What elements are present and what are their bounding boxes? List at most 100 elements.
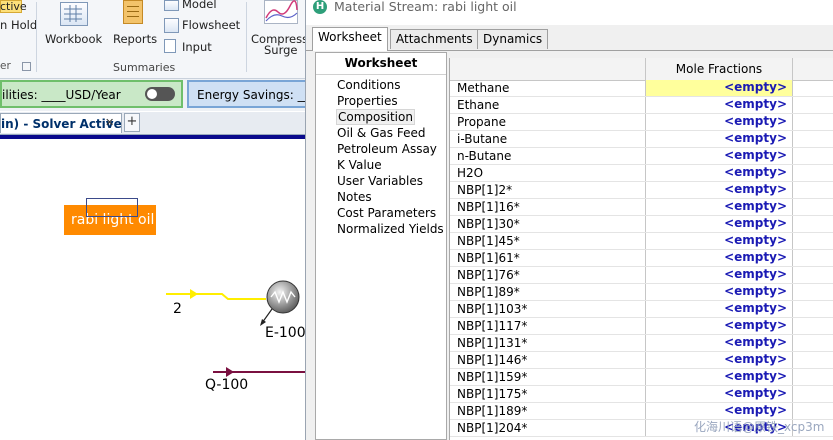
mole-fraction-cell[interactable]: <empty> bbox=[645, 131, 793, 147]
mole-fraction-cell[interactable]: <empty> bbox=[645, 267, 793, 283]
energy-stream-q100-label[interactable]: Q-100 bbox=[205, 377, 248, 393]
document-tab-label: in) - Solver Active bbox=[1, 117, 122, 131]
component-name: NBP[1]45* bbox=[457, 234, 520, 248]
utilities-box[interactable]: ilities: ____USD/Year bbox=[0, 80, 183, 108]
component-name: NBP[1]204* bbox=[457, 421, 528, 435]
grid-header: Mole Fractions bbox=[450, 58, 833, 81]
input-icon[interactable] bbox=[164, 39, 176, 53]
dialog-title: Material Stream: rabi light oil bbox=[334, 0, 517, 14]
stream-2-label[interactable]: 2 bbox=[173, 301, 182, 317]
stream-2-arrow-icon bbox=[190, 289, 198, 299]
tab-attachments[interactable]: Attachments bbox=[390, 29, 479, 49]
component-name: NBP[1]89* bbox=[457, 285, 520, 299]
mole-fraction-cell[interactable]: <empty> bbox=[645, 352, 793, 368]
component-name: NBP[1]117* bbox=[457, 319, 528, 333]
nav-item-composition[interactable]: Composition bbox=[336, 109, 415, 125]
nav-item-properties[interactable]: Properties bbox=[337, 94, 398, 108]
stream-app-icon: H bbox=[313, 0, 327, 14]
component-name: NBP[1]76* bbox=[457, 268, 520, 282]
mole-fraction-cell[interactable]: <empty> bbox=[645, 301, 793, 317]
workbook-icon[interactable] bbox=[60, 2, 88, 26]
mole-fraction-cell[interactable]: <empty> bbox=[645, 369, 793, 385]
mole-fraction-cell[interactable]: <empty> bbox=[645, 80, 793, 96]
component-name: NBP[1]61* bbox=[457, 251, 520, 265]
table-row: Propane <empty> bbox=[450, 114, 833, 131]
component-name: NBP[1]175* bbox=[457, 387, 528, 401]
component-name: i-Butane bbox=[457, 132, 508, 146]
energy-savings-label: Energy Savings: __ bbox=[197, 88, 310, 102]
mole-fraction-cell[interactable]: <empty> bbox=[645, 233, 793, 249]
tab-dynamics[interactable]: Dynamics bbox=[477, 29, 549, 49]
energy-savings-box[interactable]: Energy Savings: __ bbox=[187, 80, 317, 108]
nav-item-oil-gas-feed[interactable]: Oil & Gas Feed bbox=[337, 126, 425, 140]
mole-fraction-cell[interactable]: <empty> bbox=[645, 165, 793, 181]
table-row: NBP[1]16* <empty> bbox=[450, 199, 833, 216]
tab-worksheet[interactable]: Worksheet bbox=[312, 27, 388, 51]
mole-fraction-cell[interactable]: <empty> bbox=[645, 182, 793, 198]
mole-fraction-cell[interactable]: <empty> bbox=[645, 114, 793, 130]
component-name: NBP[1]103* bbox=[457, 302, 528, 316]
energy-stream-q100-arrow-icon bbox=[226, 367, 234, 377]
mole-fraction-cell[interactable]: <empty> bbox=[645, 97, 793, 113]
flowsheet-button[interactable]: Flowsheet bbox=[182, 18, 240, 32]
table-row: Ethane <empty> bbox=[450, 97, 833, 114]
table-row: Methane <empty> bbox=[450, 80, 833, 97]
reports-icon[interactable] bbox=[123, 0, 143, 24]
component-name: NBP[1]146* bbox=[457, 353, 528, 367]
dialog-launcher-icon[interactable] bbox=[22, 62, 31, 71]
mole-fraction-cell[interactable]: <empty> bbox=[645, 250, 793, 266]
nav-item-conditions[interactable]: Conditions bbox=[337, 78, 401, 92]
mole-fraction-cell[interactable]: <empty> bbox=[645, 403, 793, 419]
nav-item-normalized-yields[interactable]: Normalized Yields bbox=[337, 222, 444, 236]
material-stream-dialog: H Material Stream: rabi light oil Worksh… bbox=[305, 0, 833, 440]
component-name: Methane bbox=[457, 81, 510, 95]
mole-fraction-cell[interactable]: <empty> bbox=[645, 386, 793, 402]
mole-fraction-cell[interactable]: <empty> bbox=[645, 335, 793, 351]
ribbon-separator bbox=[36, 2, 37, 72]
reports-button[interactable]: Reports bbox=[113, 32, 157, 46]
mole-fraction-cell[interactable]: <empty> bbox=[645, 318, 793, 334]
add-tab-icon[interactable]: + bbox=[124, 113, 140, 132]
close-tab-icon[interactable]: ✕ bbox=[105, 116, 114, 129]
nav-item-user-variables[interactable]: User Variables bbox=[337, 174, 423, 188]
flowsheet-icon[interactable] bbox=[164, 18, 179, 33]
mole-fraction-cell[interactable]: <empty> bbox=[645, 216, 793, 232]
utilities-toggle[interactable] bbox=[145, 87, 175, 101]
active-label: ctive bbox=[0, 0, 27, 13]
stream-2-line bbox=[166, 293, 266, 300]
hold-button[interactable]: n Hold bbox=[0, 18, 37, 32]
table-row: NBP[1]117* <empty> bbox=[450, 318, 833, 335]
heater-e100-label[interactable]: E-100 bbox=[265, 325, 306, 341]
table-row: NBP[1]175* <empty> bbox=[450, 386, 833, 403]
mole-fractions-column-header[interactable]: Mole Fractions bbox=[645, 58, 793, 80]
compress-surge-button-line2: Surge bbox=[264, 43, 298, 57]
model-icon[interactable] bbox=[164, 0, 179, 11]
watermark: 化海川语@原铁_xcp3m bbox=[694, 420, 825, 434]
component-name: Ethane bbox=[457, 98, 500, 112]
nav-header: Worksheet bbox=[316, 53, 446, 75]
table-row: NBP[1]146* <empty> bbox=[450, 352, 833, 369]
nav-item-notes[interactable]: Notes bbox=[337, 190, 372, 204]
table-row: NBP[1]159* <empty> bbox=[450, 369, 833, 386]
nav-item-k-value[interactable]: K Value bbox=[337, 158, 382, 172]
component-name: NBP[1]16* bbox=[457, 200, 520, 214]
table-row: NBP[1]45* <empty> bbox=[450, 233, 833, 250]
dialog-title-bar[interactable]: H Material Stream: rabi light oil bbox=[306, 0, 833, 25]
component-name: NBP[1]30* bbox=[457, 217, 520, 231]
model-button[interactable]: Model bbox=[182, 0, 217, 11]
component-name: NBP[1]2* bbox=[457, 183, 513, 197]
table-row: NBP[1]131* <empty> bbox=[450, 335, 833, 352]
nav-item-cost-parameters[interactable]: Cost Parameters bbox=[337, 206, 436, 220]
flowsheet-connections bbox=[166, 280, 305, 377]
nav-item-petroleum-assay[interactable]: Petroleum Assay bbox=[337, 142, 437, 156]
input-button[interactable]: Input bbox=[182, 40, 212, 54]
table-row: NBP[1]61* <empty> bbox=[450, 250, 833, 267]
mole-fraction-cell[interactable]: <empty> bbox=[645, 284, 793, 300]
workbook-button[interactable]: Workbook bbox=[45, 32, 102, 46]
mole-fraction-cell[interactable]: <empty> bbox=[645, 148, 793, 164]
mole-fraction-cell[interactable]: <empty> bbox=[645, 199, 793, 215]
group-label-left: er bbox=[0, 60, 11, 72]
surge-chart-icon[interactable] bbox=[264, 0, 298, 24]
table-row: NBP[1]103* <empty> bbox=[450, 301, 833, 318]
flowsheet-document-tab[interactable]: in) - Solver Active ✕ bbox=[0, 113, 122, 133]
